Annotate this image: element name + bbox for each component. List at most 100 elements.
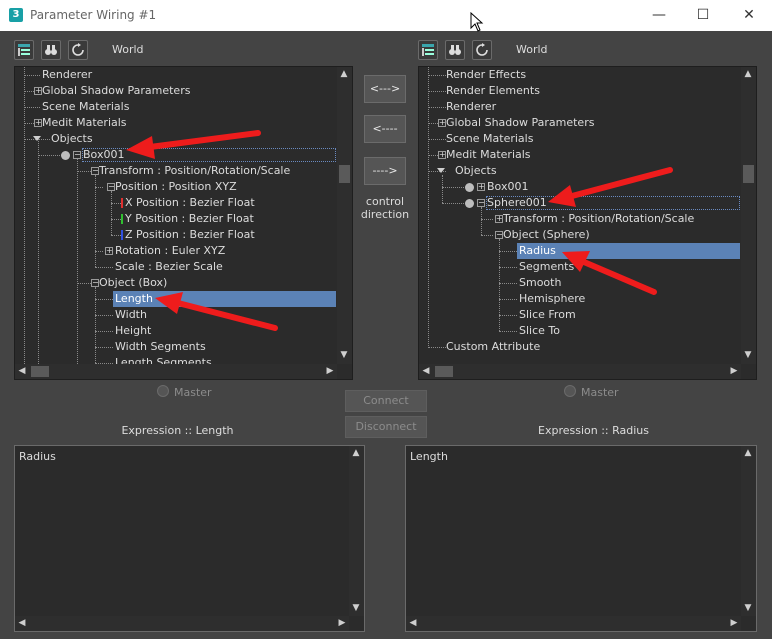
tree-item[interactable]: Renderer <box>42 67 92 83</box>
tree-item[interactable]: Position : Position XYZ <box>115 179 237 195</box>
scroll-up-icon[interactable]: ▲ <box>337 67 351 81</box>
scroll-right-icon[interactable]: ▶ <box>727 364 741 378</box>
collapse-icon[interactable]: − <box>73 151 81 159</box>
vertical-scrollbar[interactable]: ▲ ▼ <box>337 67 352 364</box>
show-tree-button-right[interactable] <box>418 40 438 60</box>
tree-item[interactable]: Rotation : Euler XYZ <box>115 243 225 259</box>
tree-item-objects[interactable]: Objects <box>51 131 93 147</box>
scroll-left-icon[interactable]: ◀ <box>419 364 433 378</box>
tree-item[interactable]: Scene Materials <box>446 131 533 147</box>
expression-text-right[interactable]: Length <box>410 450 448 463</box>
collapse-icon[interactable]: − <box>107 183 115 191</box>
expand-icon[interactable]: + <box>477 183 485 191</box>
minimize-button[interactable]: — <box>636 0 682 31</box>
two-way-direction-button[interactable]: <---> <box>364 75 406 103</box>
scroll-up-icon[interactable]: ▲ <box>741 446 755 460</box>
tree-item[interactable]: Y Position : Bezier Float <box>125 211 254 227</box>
expression-text-left[interactable]: Radius <box>19 450 56 463</box>
tree-item[interactable]: Custom Attribute <box>446 339 540 355</box>
tree-item-box001[interactable]: Box001 <box>487 179 528 195</box>
collapse-icon[interactable]: − <box>477 199 485 207</box>
scroll-thumb[interactable] <box>435 366 453 377</box>
tree-item[interactable]: Height <box>115 323 151 339</box>
scroll-up-icon[interactable]: ▲ <box>349 446 363 460</box>
tree-item[interactable]: Medit Materials <box>446 147 531 163</box>
maximize-button[interactable]: ☐ <box>680 0 726 31</box>
tree-item[interactable]: Object (Box) <box>99 275 167 291</box>
tree-item[interactable]: Slice To <box>519 323 560 339</box>
tree-item-radius-selected[interactable]: Radius <box>517 243 740 259</box>
refresh-button[interactable] <box>68 40 88 60</box>
scroll-left-icon[interactable]: ◀ <box>15 364 29 378</box>
horizontal-scrollbar[interactable]: ◀ ▶ <box>15 616 349 631</box>
master-radio-left[interactable] <box>157 385 169 397</box>
collapse-icon[interactable]: − <box>495 231 503 239</box>
show-tree-button[interactable] <box>14 40 34 60</box>
scroll-right-icon[interactable]: ▶ <box>727 616 741 630</box>
tree-item[interactable]: Width <box>115 307 147 323</box>
close-button[interactable]: ✕ <box>726 0 772 31</box>
tree-item[interactable]: Scene Materials <box>42 99 129 115</box>
connect-button[interactable]: Connect <box>345 390 427 412</box>
tree-item[interactable]: Transform : Position/Rotation/Scale <box>503 211 694 227</box>
expand-icon[interactable]: + <box>495 215 503 223</box>
expand-icon[interactable]: + <box>34 87 42 95</box>
find-button[interactable] <box>41 40 61 60</box>
collapse-icon[interactable]: − <box>91 279 99 287</box>
left-tree[interactable]: Renderer + Global Shadow Parameters Scen… <box>14 66 353 380</box>
vertical-scrollbar[interactable]: ▲ ▼ <box>741 67 756 364</box>
scroll-thumb[interactable] <box>31 366 49 377</box>
scroll-thumb[interactable] <box>743 165 754 183</box>
tree-item[interactable]: Render Effects <box>446 67 526 83</box>
expand-icon[interactable]: + <box>34 119 42 127</box>
master-radio-right[interactable] <box>564 385 576 397</box>
vertical-scrollbar[interactable]: ▲ ▼ <box>349 446 364 616</box>
right-tree[interactable]: Render Effects Render Elements Renderer … <box>418 66 757 380</box>
tree-item[interactable]: Smooth <box>519 275 561 291</box>
tree-item[interactable]: Hemisphere <box>519 291 585 307</box>
scroll-down-icon[interactable]: ▼ <box>741 601 755 615</box>
tree-item[interactable]: Global Shadow Parameters <box>42 83 190 99</box>
tree-item-sphere001[interactable]: Sphere001 <box>486 196 740 210</box>
scroll-up-icon[interactable]: ▲ <box>741 67 755 81</box>
right-to-left-direction-button[interactable]: <---- <box>364 115 406 143</box>
scroll-down-icon[interactable]: ▼ <box>741 348 755 362</box>
scroll-down-icon[interactable]: ▼ <box>349 601 363 615</box>
expand-icon[interactable]: + <box>105 247 113 255</box>
tree-item[interactable]: Z Position : Bezier Float <box>125 227 255 243</box>
expression-editor-left[interactable]: Radius ▲ ▼ ◀ ▶ <box>14 445 365 632</box>
vertical-scrollbar[interactable]: ▲ ▼ <box>741 446 756 616</box>
tree-item[interactable]: Transform : Position/Rotation/Scale <box>99 163 290 179</box>
tree-item[interactable]: Object (Sphere) <box>503 227 590 243</box>
refresh-button-right[interactable] <box>472 40 492 60</box>
find-button-right[interactable] <box>445 40 465 60</box>
tree-item-box001[interactable]: Box001 <box>82 148 336 162</box>
tree-item[interactable]: Width Segments <box>115 339 206 355</box>
scroll-left-icon[interactable]: ◀ <box>15 616 29 630</box>
scroll-right-icon[interactable]: ▶ <box>323 364 337 378</box>
scroll-thumb[interactable] <box>339 165 350 183</box>
tree-item[interactable]: X Position : Bezier Float <box>125 195 255 211</box>
collapse-arrow-icon[interactable] <box>437 168 445 174</box>
tree-item[interactable]: Render Elements <box>446 83 540 99</box>
horizontal-scrollbar[interactable]: ◀ ▶ <box>15 364 337 379</box>
tree-item-length-selected[interactable]: Length <box>113 291 336 307</box>
tree-item[interactable]: Global Shadow Parameters <box>446 115 594 131</box>
collapse-icon[interactable]: − <box>91 167 99 175</box>
tree-item[interactable]: Medit Materials <box>42 115 127 131</box>
expand-icon[interactable]: + <box>438 151 446 159</box>
tree-item[interactable]: Slice From <box>519 307 576 323</box>
left-to-right-direction-button[interactable]: ----> <box>364 157 406 185</box>
scroll-left-icon[interactable]: ◀ <box>406 616 420 630</box>
collapse-arrow-icon[interactable] <box>33 136 41 142</box>
horizontal-scrollbar[interactable]: ◀ ▶ <box>406 616 741 631</box>
tree-item[interactable]: Renderer <box>446 99 496 115</box>
tree-item[interactable]: Scale : Bezier Scale <box>115 259 223 275</box>
tree-item[interactable]: Length Segments <box>115 355 212 364</box>
tree-item[interactable]: Segments <box>519 259 574 275</box>
horizontal-scrollbar[interactable]: ◀ ▶ <box>419 364 741 379</box>
scroll-down-icon[interactable]: ▼ <box>337 348 351 362</box>
tree-item-objects[interactable]: Objects <box>455 163 497 179</box>
scroll-right-icon[interactable]: ▶ <box>335 616 349 630</box>
expand-icon[interactable]: + <box>438 119 446 127</box>
